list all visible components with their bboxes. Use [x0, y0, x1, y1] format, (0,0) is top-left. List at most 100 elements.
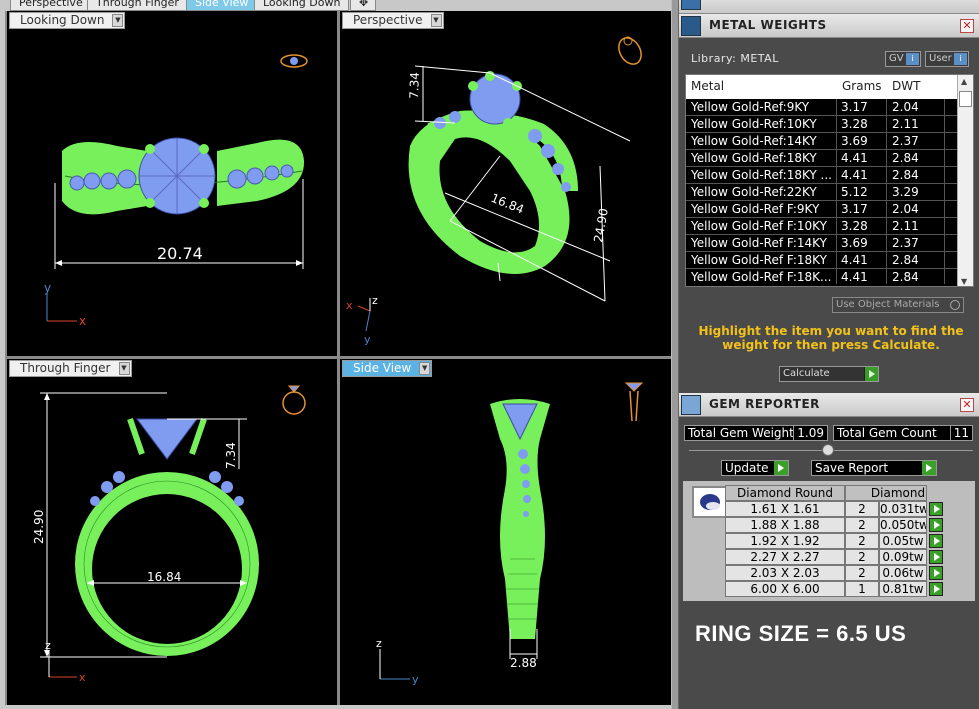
metal-weights-table[interactable]: Metal Grams DWT Yellow Gold-Ref:9KY 3.17 2…: [685, 74, 974, 287]
gem-weight: 0.09tw: [879, 549, 927, 565]
gv-button[interactable]: GV i: [885, 51, 921, 67]
play-icon[interactable]: [929, 518, 943, 532]
dwt: 2.37: [892, 134, 919, 148]
viewport-label-through-finger[interactable]: Through Finger ▼: [9, 360, 132, 377]
table-row[interactable]: Yellow Gold-Ref:9KY 3.17 2.04: [686, 99, 958, 116]
viewport-label-perspective[interactable]: Perspective ▼: [342, 12, 444, 29]
play-icon: [864, 367, 878, 381]
play-icon[interactable]: [929, 582, 943, 596]
panel-splitter[interactable]: [671, 0, 679, 709]
chevron-down-icon[interactable]: ▼: [430, 14, 442, 27]
dim-top: 7.34: [224, 442, 238, 469]
diamond-thumbnail: [692, 486, 728, 518]
table-header: Metal Grams DWT: [686, 75, 958, 97]
library-label: Library: METAL: [691, 52, 779, 65]
total-gem-count: Total Gem Count 11: [833, 425, 973, 441]
grams: 3.17: [841, 100, 868, 114]
table-row[interactable]: Yellow Gold-Ref F:10KY 3.28 2.11: [686, 218, 958, 235]
gem-size: 1.61 X 1.61: [725, 501, 845, 517]
metal-name: Yellow Gold-Ref F:18K...: [691, 270, 832, 284]
dwt: 2.37: [892, 236, 919, 250]
ring-size-label: RING SIZE = 6.5 US: [695, 621, 907, 646]
gem-count: 2: [845, 533, 879, 549]
dim-height: 24.90: [32, 510, 46, 544]
viewport-label-side-view[interactable]: Side View ▼: [342, 360, 433, 377]
save-report-button[interactable]: Save Report: [811, 460, 937, 476]
dwt: 2.11: [892, 117, 919, 131]
axis-y-label: y: [44, 281, 51, 295]
mini-ring-perspective-icon: [618, 36, 642, 65]
tab-perspective[interactable]: Perspective: [10, 0, 92, 11]
gem-weight: 0.06tw: [879, 565, 927, 581]
play-icon: [774, 461, 788, 475]
calculate-button[interactable]: Calculate: [779, 366, 879, 382]
viewport-looking-down[interactable]: 20.74 x y Looking Down ▼: [7, 11, 337, 356]
gem-reporter-icon: [681, 395, 701, 415]
gem-report-area: Diamond Round Diamond 1.61 X 1.61 2 0.031t…: [683, 481, 975, 601]
viewport-through-finger[interactable]: 24.90 7.34 16.84 x z Through Finger ▼: [7, 359, 337, 705]
metal-name: Yellow Gold-Ref F:14KY: [691, 236, 827, 250]
chevron-down-icon[interactable]: ▼: [118, 362, 130, 375]
info-icon: i: [906, 53, 919, 65]
render-panel-header[interactable]: [679, 0, 979, 14]
play-icon[interactable]: [929, 566, 943, 580]
dwt: 3.29: [892, 185, 919, 199]
grams: 4.41: [841, 151, 868, 165]
user-button[interactable]: User i: [925, 51, 969, 67]
table-row[interactable]: Yellow Gold-Ref F:18KY 4.41 2.84: [686, 252, 958, 269]
scroll-down-icon[interactable]: ▼: [961, 277, 967, 286]
update-button[interactable]: Update: [721, 460, 789, 476]
dim-inner: 16.84: [147, 570, 181, 584]
close-icon[interactable]: ✕: [960, 398, 974, 412]
gem-count: 2: [845, 517, 879, 533]
ring-side-render: 2.88 y z: [376, 382, 644, 686]
gem-size: 1.88 X 1.88: [725, 517, 845, 533]
dwt: 2.84: [892, 270, 919, 284]
dim-outer: 24.90: [591, 207, 611, 243]
gem-size: 2.03 X 2.03: [725, 565, 845, 581]
scroll-thumb[interactable]: [959, 91, 972, 107]
ring-top-render: 20.74 x y: [44, 54, 308, 328]
table-row[interactable]: Yellow Gold-Ref:14KY 3.69 2.37: [686, 133, 958, 150]
tab-looking-down[interactable]: Looking Down: [254, 0, 350, 11]
table-row[interactable]: Yellow Gold-Ref F:14KY 3.69 2.37: [686, 235, 958, 252]
play-icon[interactable]: [929, 502, 943, 516]
scroll-up-icon[interactable]: ▲: [961, 77, 967, 86]
radio-icon[interactable]: [950, 300, 960, 310]
play-icon[interactable]: [929, 534, 943, 548]
metal-weights-title: METAL WEIGHTS: [709, 18, 827, 32]
metal-weights-header[interactable]: METAL WEIGHTS ✕: [679, 14, 979, 38]
chevron-down-icon[interactable]: ▼: [112, 14, 124, 27]
table-row-partial: [686, 284, 958, 286]
table-scrollbar[interactable]: ▲ ▼: [957, 75, 973, 286]
table-row[interactable]: Yellow Gold-Ref:18KY ... 4.41 2.84: [686, 167, 958, 184]
right-panel: METAL WEIGHTS ✕ Library: METAL GV i User i…: [679, 0, 979, 709]
play-icon[interactable]: [929, 550, 943, 564]
svg-text:z: z: [372, 294, 378, 307]
dwt: 2.11: [892, 219, 919, 233]
chevron-down-icon[interactable]: ▼: [419, 362, 431, 375]
add-tab-button[interactable]: ✥: [350, 0, 376, 11]
tab-through-finger[interactable]: Through Finger: [87, 0, 188, 11]
table-row[interactable]: Yellow Gold-Ref:22KY 5.12 3.29: [686, 184, 958, 201]
table-row[interactable]: Yellow Gold-Ref F:9KY 3.17 2.04: [686, 201, 958, 218]
viewport-label-looking-down[interactable]: Looking Down ▼: [9, 12, 126, 29]
slider-knob[interactable]: [822, 444, 834, 456]
table-row[interactable]: Yellow Gold-Ref:10KY 3.28 2.11: [686, 116, 958, 133]
gem-reporter-header[interactable]: GEM REPORTER ✕: [679, 393, 979, 417]
grams: 4.41: [841, 270, 868, 284]
use-object-materials-option[interactable]: Use Object Materials: [832, 297, 964, 313]
viewport-perspective[interactable]: 7.34 16.84 24.90 x z y Perspective ▼: [340, 11, 671, 356]
dwt: 2.04: [892, 202, 919, 216]
grams: 3.28: [841, 117, 868, 131]
svg-text:x: x: [346, 299, 353, 312]
mini-ring-icon: [280, 54, 308, 68]
viewport-side-view[interactable]: 2.88 y z Side View ▼: [340, 359, 671, 705]
tab-side-view[interactable]: Side View: [186, 0, 258, 11]
svg-text:x: x: [79, 671, 86, 684]
grams: 3.69: [841, 134, 868, 148]
dwt: 2.84: [892, 151, 919, 165]
table-row[interactable]: Yellow Gold-Ref:18KY 4.41 2.84: [686, 150, 958, 167]
close-icon[interactable]: ✕: [960, 19, 974, 33]
grams: 3.17: [841, 202, 868, 216]
